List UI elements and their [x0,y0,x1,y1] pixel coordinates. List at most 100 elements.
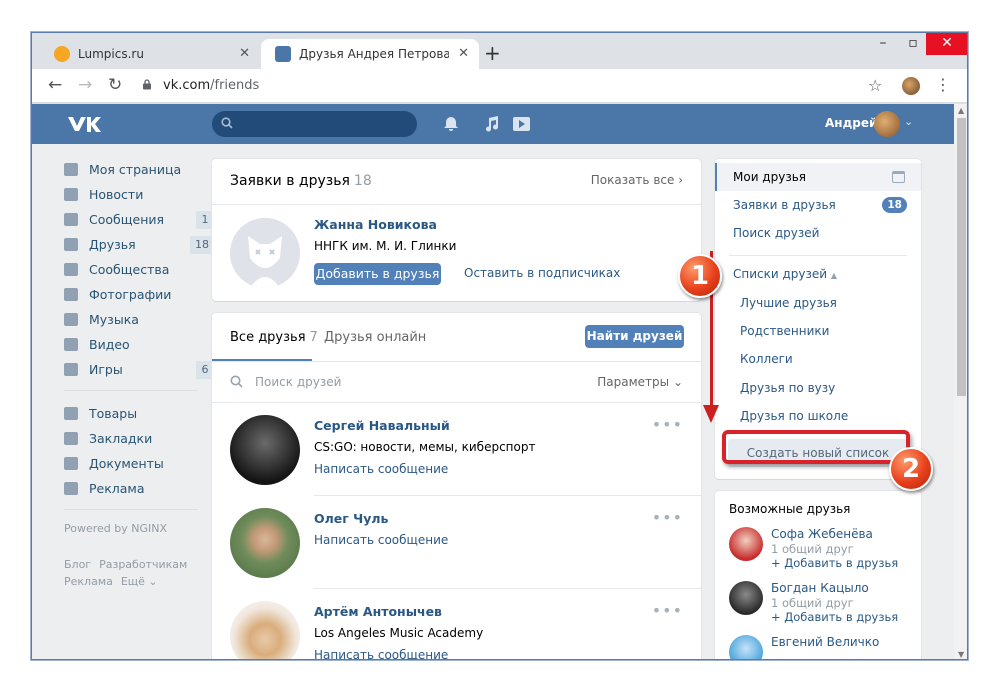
possible-friend-name[interactable]: Богдан Кацыло [771,581,869,595]
play-video-icon[interactable] [510,114,532,134]
vk-logo-icon[interactable] [66,114,104,134]
possible-friend-avatar[interactable] [729,635,763,659]
minimize-icon[interactable]: – [868,33,898,55]
sidebar-item-label: Сообщества [89,262,170,277]
friend-name[interactable]: Артём Антонычев [314,604,442,619]
close-tab-icon[interactable]: ✕ [239,46,250,61]
scrollbar-thumb[interactable] [957,118,966,396]
parameters-dropdown[interactable]: Параметры ⌄ [597,375,683,389]
chevron-down-icon[interactable]: ⌄ [904,115,913,128]
menu-search-friends[interactable]: Поиск друзей [715,219,921,247]
sidebar-item[interactable]: Музыка [64,307,214,332]
write-message-link[interactable]: Написать сообщение [314,533,448,547]
url-host: vk.com [163,78,211,93]
menu-friend-requests[interactable]: Заявки в друзья 18 [715,191,921,219]
address-bar[interactable]: vk.com/friends [136,73,896,99]
find-friends-button[interactable]: Найти друзей [585,325,684,348]
sidebar-item[interactable]: Закладки [64,426,214,451]
menu-my-friends[interactable]: Мои друзья [715,163,921,191]
possible-friend-avatar[interactable] [729,527,763,561]
calendar-icon[interactable] [892,171,905,183]
add-possible-friend-link[interactable]: + Добавить в друзья [771,556,898,570]
sidebar-item[interactable]: Товары [64,401,214,426]
show-all-link[interactable]: Показать все › [591,173,683,187]
possible-friend-name[interactable]: Софа Жебенёва [771,527,873,541]
list-university-friends[interactable]: Друзья по вузу [740,381,835,395]
sidebar-item-label: Видео [89,337,130,352]
possible-friend-avatar[interactable] [729,581,763,615]
news-icon [64,188,78,201]
sidebar-item[interactable]: Фотографии [64,282,214,307]
possible-friend-name[interactable]: Евгений Величко [771,635,879,649]
browser-profile-avatar[interactable] [902,77,920,95]
sidebar-item[interactable]: Сообщения 1 [64,207,214,232]
friend-name[interactable]: Олег Чуль [314,511,388,526]
friend-subtitle: CS:GO: новости, мемы, киберспорт [314,440,536,454]
scroll-up-arrow-icon[interactable]: ▲ [958,106,964,115]
friends-search-input[interactable]: Поиск друзей [255,375,341,389]
tab-vk-friends[interactable]: Друзья Андрея Петрова – 7 друзей ✕ [261,39,479,69]
more-actions-icon[interactable]: ••• [652,508,683,527]
write-message-link[interactable]: Написать сообщение [314,648,448,659]
sidebar-item[interactable]: Видео [64,332,214,357]
new-tab-plus-icon[interactable]: + [484,43,501,63]
tab-all-friends[interactable]: Все друзья 7 [230,330,318,345]
possible-friends-title: Возможные друзья [729,502,851,516]
home-icon [64,163,78,176]
bell-icon[interactable] [441,114,461,134]
keep-as-follower-link[interactable]: Оставить в подписчиках [464,266,620,280]
back-arrow-icon[interactable]: ← [48,75,62,95]
add-friend-button[interactable]: Добавить в друзья [314,263,441,285]
maximize-icon[interactable]: ▫ [898,33,928,55]
sidebar-item[interactable]: Сообщества [64,257,214,282]
list-school-friends[interactable]: Друзья по школе [740,409,848,423]
footer-link-developers[interactable]: Разработчикам [99,558,187,571]
music-note-icon[interactable] [482,114,502,134]
search-icon [221,117,233,129]
deactivated-dog-avatar-icon[interactable] [230,218,300,288]
footer-link-ads[interactable]: Реклама [64,575,113,588]
friend-avatar[interactable] [230,415,300,485]
list-colleagues[interactable]: Коллеги [740,352,793,366]
sidebar-item[interactable]: Друзья 18 [64,232,214,257]
browser-toolbar: ← → ↻ vk.com/friends ☆ ⋮ [32,69,967,103]
sidebar-item[interactable]: Реклама [64,476,214,501]
friend-avatar[interactable] [230,601,300,659]
browser-menu-icon[interactable]: ⋮ [935,75,951,94]
bookmark-star-icon[interactable]: ☆ [868,76,882,95]
tab-title: Lumpics.ru [78,47,144,61]
browser-window: Lumpics.ru ✕ Друзья Андрея Петрова – 7 д… [31,32,968,660]
forward-arrow-icon[interactable]: → [78,75,92,95]
friend-row: Олег Чуль Написать сообщение ••• [212,496,701,589]
sidebar-item[interactable]: Игры 6 [64,357,214,382]
friend-name[interactable]: Сергей Навальный [314,418,450,433]
user-name[interactable]: Андрей [825,116,877,130]
footer-link-blog[interactable]: Блог [64,558,91,571]
close-tab-icon[interactable]: ✕ [458,46,469,61]
request-person-name[interactable]: Жанна Новикова [314,217,437,232]
add-possible-friend-link[interactable]: + Добавить в друзья [771,610,898,624]
friends-icon [64,238,78,251]
requests-count: 18 [353,173,372,189]
requests-badge: 18 [882,197,907,213]
more-actions-icon[interactable]: ••• [652,601,683,620]
menu-friend-lists-header[interactable]: Списки друзей ▲ [715,260,921,288]
reload-icon[interactable]: ↻ [108,75,122,95]
write-message-link[interactable]: Написать сообщение [314,462,448,476]
vk-search-input[interactable] [212,111,417,137]
sidebar-item[interactable]: Документы [64,451,214,476]
page-scrollbar[interactable]: ▲ ▼ [954,104,967,659]
list-best-friends[interactable]: Лучшие друзья [740,296,837,310]
scroll-down-arrow-icon[interactable]: ▼ [958,650,964,659]
menu-my-friends-label: Мои друзья [733,170,806,184]
tab-lumpics[interactable]: Lumpics.ru ✕ [40,39,260,69]
footer-link-more[interactable]: Ещё ⌄ [121,575,158,588]
tab-friends-online[interactable]: Друзья онлайн [324,330,426,345]
more-actions-icon[interactable]: ••• [652,415,683,434]
friend-avatar[interactable] [230,508,300,578]
close-window-icon[interactable]: ✕ [926,33,967,55]
user-avatar[interactable] [874,111,900,137]
sidebar-item[interactable]: Моя страница [64,157,214,182]
sidebar-item[interactable]: Новости [64,182,214,207]
list-relatives[interactable]: Родственники [740,324,829,338]
